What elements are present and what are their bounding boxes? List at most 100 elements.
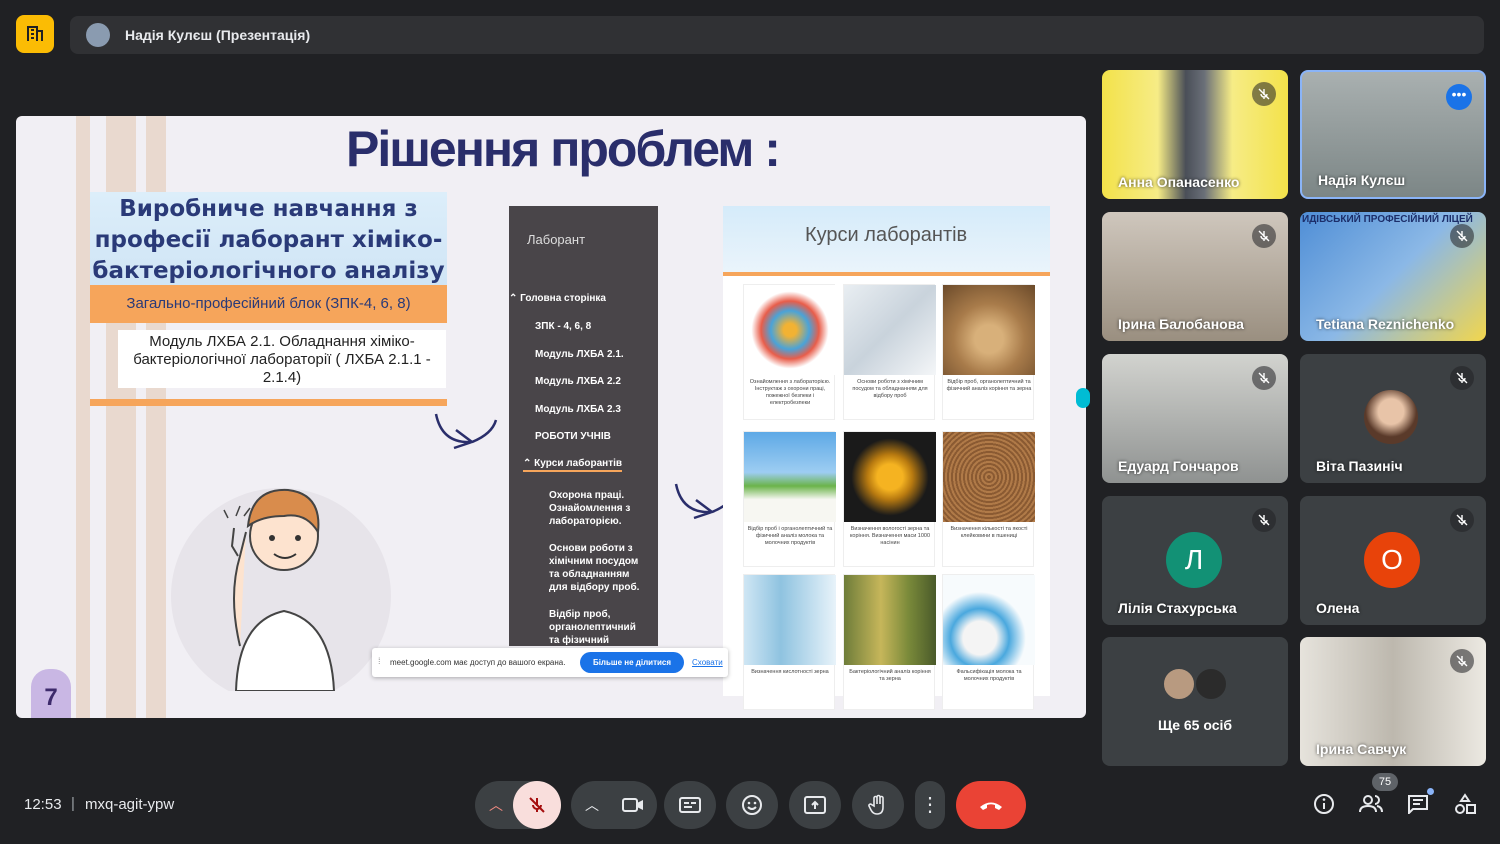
background-banner: ИДІВСЬКИЙ ПРОФЕСІЙНИЙ ЛІЦЕЙ bbox=[1302, 214, 1473, 225]
camera-control-group: ︿ bbox=[571, 781, 657, 829]
course-caption: Визначення кислотності зерна bbox=[751, 669, 829, 675]
course-image bbox=[943, 285, 1035, 375]
stop-sharing-button[interactable]: Більше не ділитися bbox=[580, 652, 684, 673]
participant-name: Олена bbox=[1316, 600, 1360, 616]
nav-subitem: Охорона праці. Ознайомлення з лабораторі… bbox=[549, 490, 631, 527]
presenter-avatar bbox=[86, 23, 110, 47]
avatar-initial: Л bbox=[1166, 532, 1222, 588]
course-card: Виробниче навчання з професії лаборант х… bbox=[90, 192, 447, 292]
panel-resize-handle[interactable] bbox=[1076, 388, 1090, 408]
participant-tile[interactable]: О Олена bbox=[1300, 496, 1486, 625]
mic-toggle-button[interactable] bbox=[513, 781, 561, 829]
mic-off-icon bbox=[1450, 366, 1474, 390]
participant-tile[interactable]: Ірина Балобанова bbox=[1102, 212, 1288, 341]
course-tile: Визначення кислотності зерна bbox=[743, 574, 836, 710]
mic-off-icon bbox=[1450, 224, 1474, 248]
camera-toggle-button[interactable] bbox=[609, 781, 657, 829]
people-button[interactable] bbox=[1357, 790, 1385, 818]
course-tile: Визначення вологості зерна та коріння. В… bbox=[843, 431, 936, 567]
nav-subitem: Основи роботи з хімічним посудом та обла… bbox=[549, 543, 640, 593]
participant-tile[interactable]: Анна Опанасенко bbox=[1102, 70, 1288, 199]
site-nav-heading: Лаборант bbox=[527, 232, 586, 247]
people-icon bbox=[1359, 795, 1383, 813]
more-options-button[interactable]: ⋮ bbox=[915, 781, 945, 829]
participant-name: Лілія Стахурська bbox=[1118, 600, 1237, 616]
drag-handle-icon[interactable]: ⁞ bbox=[378, 656, 381, 666]
course-image bbox=[744, 285, 836, 375]
course-tile: Визначення кількості та якості клейковин… bbox=[942, 431, 1035, 567]
course-caption: Відбір проб, органолептичний та фізичний… bbox=[946, 379, 1032, 392]
avatar bbox=[1162, 667, 1196, 701]
slide-title: Рішення проблем : bbox=[346, 121, 781, 177]
avatar bbox=[1364, 390, 1418, 444]
info-icon bbox=[1314, 794, 1334, 814]
avatar-initial: О bbox=[1364, 532, 1420, 588]
course-image bbox=[943, 575, 1035, 665]
course-image bbox=[844, 575, 936, 665]
presentation-header: Надія Кулєш (Презентація) bbox=[70, 16, 1484, 54]
chat-icon bbox=[1408, 795, 1428, 814]
course-card-title: Виробниче навчання з професії лаборант х… bbox=[92, 196, 445, 284]
slide-page-number: 7 bbox=[31, 669, 71, 718]
courses-panel: Курси лаборантів Ознайомлення з лаборато… bbox=[723, 206, 1050, 710]
mic-off-icon bbox=[529, 797, 545, 813]
mic-control-group: ︿ bbox=[475, 781, 561, 829]
activities-button[interactable] bbox=[1451, 790, 1479, 818]
share-banner-text: meet.google.com має доступ до вашого екр… bbox=[390, 658, 566, 667]
divider bbox=[723, 272, 1050, 276]
course-tile: Відбір проб, органолептичний та фізичний… bbox=[942, 284, 1035, 420]
emoji-icon bbox=[742, 795, 762, 815]
participant-tile[interactable]: Едуард Гончаров bbox=[1102, 354, 1288, 483]
clock: 12:53 bbox=[24, 796, 62, 813]
course-caption: Ознайомлення з лабораторією. Інструктаж … bbox=[749, 379, 831, 406]
building-icon bbox=[27, 26, 43, 41]
chat-button[interactable] bbox=[1404, 788, 1434, 818]
app-logo[interactable] bbox=[16, 15, 54, 53]
leave-call-button[interactable] bbox=[956, 781, 1026, 829]
shapes-icon bbox=[1455, 793, 1476, 814]
course-image bbox=[844, 285, 936, 375]
participant-tile[interactable]: Ірина Савчук bbox=[1300, 637, 1486, 766]
participant-name: Едуард Гончаров bbox=[1118, 458, 1239, 474]
present-button[interactable] bbox=[789, 781, 841, 829]
meeting-code: mxq-agit-ypw bbox=[85, 796, 175, 813]
hand-icon bbox=[868, 794, 884, 815]
more-options-icon[interactable]: ••• bbox=[1446, 84, 1472, 110]
chevron-up-icon[interactable]: ︿ bbox=[585, 795, 599, 815]
module-label: Модуль ЛХБА 2.1. Обладнання хіміко-бакте… bbox=[133, 333, 431, 386]
nav-item-module-2-1: Модуль ЛХБА 2.1. bbox=[535, 349, 624, 360]
participant-tile-active[interactable]: ••• Надія Кулєш bbox=[1300, 70, 1486, 199]
reactions-button[interactable] bbox=[726, 781, 778, 829]
nav-item-courses: ⌃ Курси лаборантів bbox=[523, 457, 623, 472]
arrow-doodle-icon bbox=[434, 413, 498, 450]
raise-hand-button[interactable] bbox=[852, 781, 904, 829]
course-caption: Визначення кількості та якості клейковин… bbox=[950, 526, 1028, 539]
captions-icon bbox=[679, 797, 701, 813]
meeting-details-button[interactable] bbox=[1310, 790, 1338, 818]
notification-dot bbox=[1427, 788, 1434, 795]
courses-title: Курси лаборантів bbox=[805, 224, 968, 246]
course-tile: Фальсифікація молока та молочних продукт… bbox=[942, 574, 1035, 710]
separator: | bbox=[71, 795, 75, 812]
hide-banner-link[interactable]: Сховати bbox=[692, 658, 723, 667]
divider bbox=[90, 399, 447, 406]
participant-name: Надія Кулєш bbox=[1318, 172, 1406, 188]
mic-off-icon bbox=[1252, 366, 1276, 390]
others-count-label: Ще 65 осіб bbox=[1157, 717, 1233, 733]
participant-name: Анна Опанасенко bbox=[1118, 174, 1240, 190]
chevron-up-icon[interactable]: ︿ bbox=[489, 795, 503, 815]
course-tile: Основи роботи з хімічним посудом та обла… bbox=[843, 284, 936, 420]
participant-name: Віта Пазиніч bbox=[1316, 458, 1403, 474]
participant-tile[interactable]: ИДІВСЬКИЙ ПРОФЕСІЙНИЙ ЛІЦЕЙ Tetiana Rezn… bbox=[1300, 212, 1486, 341]
mic-off-icon bbox=[1252, 82, 1276, 106]
participant-name: Ірина Балобанова bbox=[1118, 316, 1244, 332]
captions-button[interactable] bbox=[664, 781, 716, 829]
participant-tile[interactable]: Л Лілія Стахурська bbox=[1102, 496, 1288, 625]
others-tile[interactable]: Ще 65 осіб bbox=[1102, 637, 1288, 766]
participant-tile[interactable]: Віта Пазиніч bbox=[1300, 354, 1486, 483]
course-tile: Відбір проб і органолептичний та фізични… bbox=[743, 431, 836, 567]
slide-stripe bbox=[76, 116, 90, 718]
mic-off-icon bbox=[1450, 649, 1474, 673]
shared-screen: Рішення проблем : Виробниче навчання з п… bbox=[16, 116, 1086, 718]
course-caption: Відбір проб і органолептичний та фізични… bbox=[747, 526, 833, 546]
